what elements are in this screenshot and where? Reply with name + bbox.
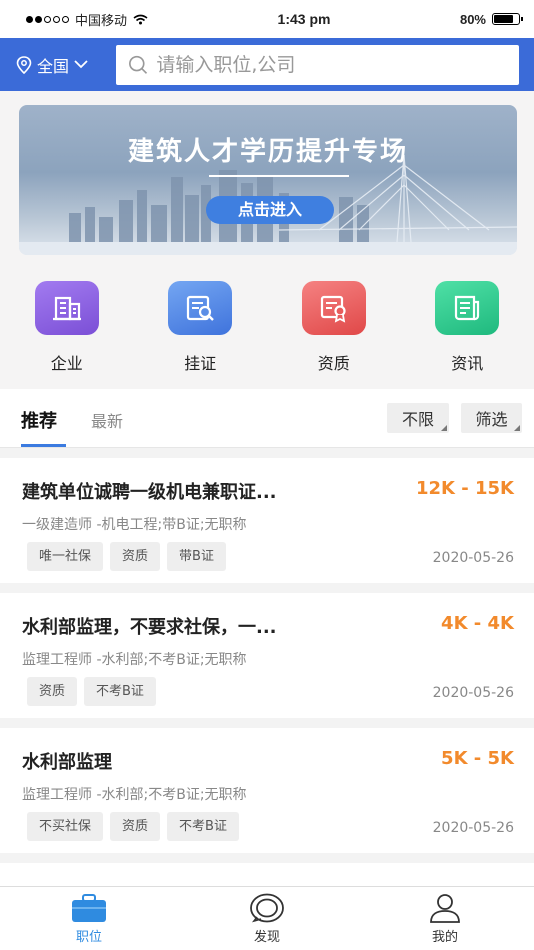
- wifi-icon: [133, 14, 148, 24]
- banner-title: 建筑人才学历提升专场: [127, 137, 408, 167]
- active-tab-indicator: [21, 444, 66, 447]
- job-salary: 12K - 15K: [416, 478, 514, 499]
- dropdown-corner-icon: [441, 425, 447, 431]
- filter-label: 筛选: [475, 410, 508, 429]
- job-card[interactable]: 水利部监理 5K - 5K 监理工程师 -水利部;不考B证;无职称 不买社保 资…: [0, 728, 534, 853]
- tabbar-label: 发现: [253, 930, 280, 945]
- battery-percent: 80%: [459, 11, 486, 27]
- job-description: 一级建造师 -机电工程;带B证;无职称: [22, 517, 247, 533]
- tabbar-mine[interactable]: 我的: [356, 887, 534, 950]
- category-label: 资讯: [451, 354, 484, 373]
- carrier-label: 中国移动: [75, 12, 128, 28]
- briefcase-icon: [72, 894, 106, 922]
- search-input[interactable]: [156, 53, 507, 76]
- job-tags: 不买社保 资质 不考B证: [27, 812, 239, 841]
- location-pin-icon: [16, 55, 32, 74]
- job-description: 监理工程师 -水利部;不考B证;无职称: [22, 787, 247, 803]
- job-card[interactable]: 建筑单位诚聘一级机电兼职证... 12K - 15K 一级建造师 -机电工程;带…: [0, 458, 534, 583]
- category-news[interactable]: 资讯: [401, 281, 534, 374]
- job-title: 水利部监理: [22, 752, 112, 773]
- tabbar-jobs[interactable]: 职位: [0, 887, 178, 950]
- tabbar-discover[interactable]: 发现: [178, 887, 356, 950]
- banner-divider: [209, 175, 349, 177]
- bottom-tab-bar: 职位 发现 我的: [0, 886, 534, 950]
- dropdown-corner-icon: [514, 425, 520, 431]
- search-icon: [129, 55, 148, 74]
- category-label: 资质: [317, 354, 350, 373]
- job-salary: 5K - 5K: [441, 748, 514, 769]
- discover-icon: [250, 893, 284, 923]
- top-area: 建筑人才学历提升专场 点击进入 企业 挂证 资质 资讯: [0, 91, 534, 389]
- job-title: 建筑单位诚聘一级机电兼职证...: [22, 482, 277, 503]
- news-icon: [435, 281, 500, 335]
- status-left: 中国移动: [26, 10, 148, 29]
- job-tag: 不考B证: [167, 812, 239, 841]
- job-tags: 唯一社保 资质 带B证: [27, 542, 226, 571]
- filter-button[interactable]: 筛选: [461, 403, 522, 433]
- tabbar-label: 职位: [75, 930, 102, 945]
- filter-any-label: 不限: [401, 410, 434, 429]
- job-salary: 4K - 4K: [441, 613, 514, 634]
- city-label: 全国: [37, 56, 70, 76]
- job-card[interactable]: 水利部监理，不要求社保，一... 4K - 4K 监理工程师 -水利部;不考B证…: [0, 593, 534, 718]
- job-tag: 资质: [27, 677, 78, 706]
- filter-any-button[interactable]: 不限: [387, 403, 449, 433]
- certificate-search-icon: [168, 281, 233, 335]
- search-box[interactable]: [116, 44, 519, 85]
- job-tag: 唯一社保: [27, 542, 104, 571]
- tabbar-label: 我的: [431, 930, 458, 945]
- user-icon: [430, 894, 460, 923]
- job-title: 水利部监理，不要求社保，一...: [22, 617, 277, 638]
- job-tag: 资质: [110, 542, 161, 571]
- job-description: 监理工程师 -水利部;不考B证;无职称: [22, 652, 247, 668]
- qualification-icon: [301, 281, 366, 335]
- job-date: 2020-05-26: [432, 685, 514, 701]
- status-bar: 中国移动 1:43 pm 80%: [0, 0, 534, 38]
- job-list: 建筑单位诚聘一级机电兼职证... 12K - 15K 一级建造师 -机电工程;带…: [0, 458, 534, 913]
- category-qualification[interactable]: 资质: [267, 281, 401, 374]
- category-label: 挂证: [184, 354, 217, 373]
- category-grid: 企业 挂证 资质 资讯: [0, 281, 534, 374]
- list-tabs: 推荐 最新 不限 筛选: [0, 389, 534, 448]
- job-tags: 资质 不考B证: [27, 677, 156, 706]
- job-tag: 不买社保: [27, 812, 104, 841]
- promo-banner[interactable]: 建筑人才学历提升专场 点击进入: [19, 105, 517, 255]
- city-selector[interactable]: 全国: [16, 53, 116, 77]
- job-tag: 资质: [110, 812, 161, 841]
- category-label: 企业: [50, 354, 83, 373]
- category-certificate[interactable]: 挂证: [134, 281, 268, 374]
- banner-enter-button[interactable]: 点击进入: [206, 196, 334, 224]
- category-enterprise[interactable]: 企业: [0, 281, 134, 374]
- signal-icon: [26, 15, 69, 23]
- status-time: 1:43 pm: [277, 11, 331, 27]
- battery-icon: [492, 13, 523, 25]
- chevron-down-icon: [74, 60, 88, 69]
- job-tag: 带B证: [167, 542, 226, 571]
- job-tag: 不考B证: [84, 677, 156, 706]
- job-date: 2020-05-26: [432, 550, 514, 566]
- city-skyline-image: [19, 154, 517, 255]
- top-header: 全国: [0, 38, 534, 91]
- tab-latest[interactable]: 最新: [91, 408, 123, 432]
- status-right: 80%: [459, 11, 523, 27]
- building-icon: [34, 281, 99, 335]
- tab-recommend[interactable]: 推荐: [21, 407, 57, 433]
- job-date: 2020-05-26: [432, 820, 514, 836]
